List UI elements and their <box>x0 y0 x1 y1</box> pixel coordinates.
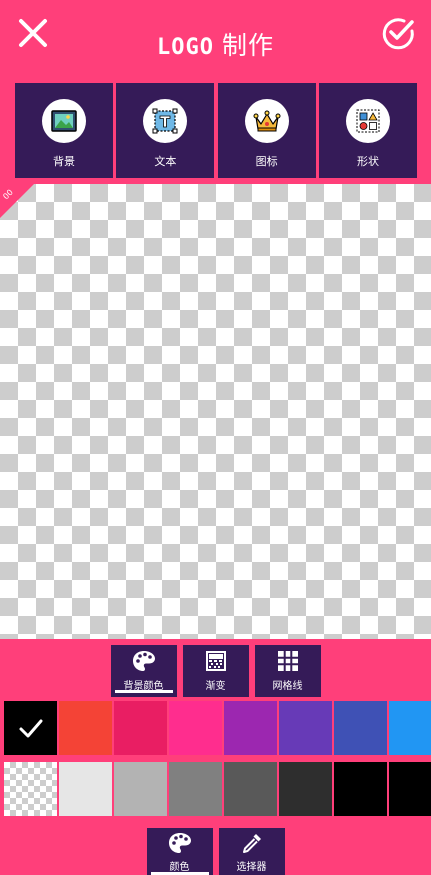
check-icon <box>19 719 43 738</box>
title-logo-text: LOGO <box>157 35 214 60</box>
app-header: LOGO 制作 <box>0 0 431 78</box>
check-circle-icon <box>382 18 414 50</box>
subtab-grid-lines[interactable]: 网格线 <box>254 645 321 697</box>
transparent-swatch[interactable] <box>4 762 57 816</box>
color-swatch[interactable] <box>114 701 167 755</box>
tab-label: 颜色 <box>169 862 190 873</box>
palette-icon <box>168 833 191 853</box>
title-text: 制作 <box>221 31 274 60</box>
page-title: LOGO 制作 <box>0 26 431 62</box>
color-swatch[interactable] <box>224 701 277 755</box>
color-swatch[interactable] <box>4 701 57 755</box>
tool-bar: 背景 文本 图标 形状 <box>15 83 417 178</box>
subtab-label: 网格线 <box>272 681 303 692</box>
color-swatch[interactable] <box>334 762 387 816</box>
canvas-corner-badge <box>0 184 34 218</box>
eyedropper-icon <box>242 834 261 853</box>
grid-icon <box>277 651 298 671</box>
logo-canvas[interactable] <box>0 184 431 639</box>
color-swatch[interactable] <box>279 701 332 755</box>
subtab-label: 渐变 <box>205 681 226 692</box>
color-swatch[interactable] <box>169 701 222 755</box>
tool-icon[interactable]: 图标 <box>217 83 316 178</box>
color-swatch[interactable] <box>279 762 332 816</box>
color-swatch[interactable] <box>389 701 431 755</box>
selected-indicator <box>114 690 173 693</box>
color-swatch[interactable] <box>59 762 112 816</box>
color-swatch[interactable] <box>59 701 112 755</box>
background-subtabs: 背景颜色 渐变 网格线 <box>0 645 431 697</box>
color-swatch[interactable] <box>169 762 222 816</box>
tool-text[interactable]: 文本 <box>116 83 215 178</box>
tool-label: 文本 <box>154 155 177 168</box>
tab-picker[interactable]: 选择器 <box>218 828 285 875</box>
color-swatch[interactable] <box>334 701 387 755</box>
palette-icon <box>132 651 155 671</box>
color-swatch[interactable] <box>389 762 431 816</box>
text-frame-icon <box>143 99 188 143</box>
color-swatch-row <box>4 762 431 816</box>
tool-background[interactable]: 背景 <box>15 83 113 178</box>
shapes-icon <box>345 99 390 143</box>
tab-color[interactable]: 颜色 <box>146 828 213 875</box>
bottom-tabs: 颜色 选择器 <box>0 828 431 875</box>
tab-label: 选择器 <box>236 862 267 873</box>
color-swatch[interactable] <box>114 762 167 816</box>
tool-label: 形状 <box>356 155 379 168</box>
subtab-background-color[interactable]: 背景颜色 <box>110 645 177 697</box>
tool-shape[interactable]: 形状 <box>318 83 417 178</box>
image-icon <box>42 99 86 143</box>
color-swatch[interactable] <box>224 762 277 816</box>
gradient-icon <box>205 651 226 671</box>
subtab-gradient[interactable]: 渐变 <box>182 645 249 697</box>
confirm-button[interactable] <box>379 14 417 52</box>
tool-label: 背景 <box>53 155 75 168</box>
tool-label: 图标 <box>255 155 278 168</box>
color-swatch-row <box>4 701 431 755</box>
crown-icon <box>244 99 289 143</box>
